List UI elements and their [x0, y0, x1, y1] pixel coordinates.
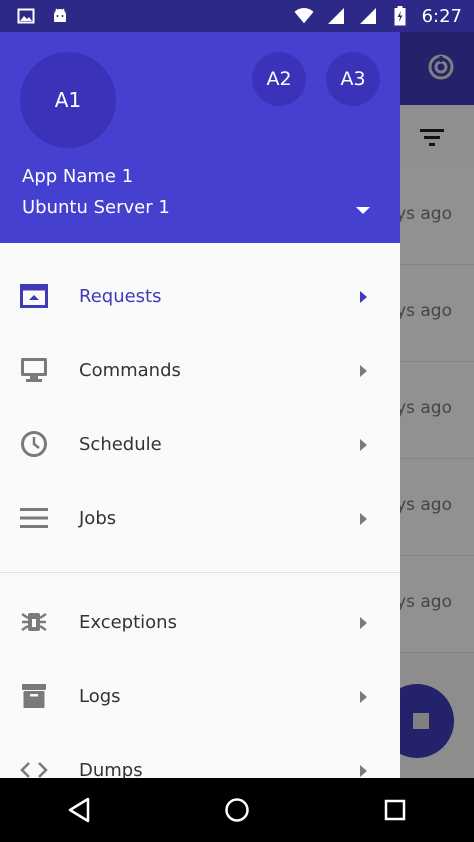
dropdown-arrow-icon[interactable] [354, 202, 372, 214]
menu-item-label: Dumps [79, 759, 143, 779]
app-name: App Name 1 [22, 166, 134, 187]
bug-icon [20, 608, 48, 636]
drawer-header: A1 A2 A3 App Name 1 Ubuntu Server 1 [0, 32, 400, 243]
wifi-icon [294, 6, 314, 26]
avatar-a1[interactable]: A1 [20, 52, 116, 148]
chevron-right-icon [358, 763, 368, 777]
avatar-a3[interactable]: A3 [326, 52, 380, 106]
menu-item-exceptions[interactable]: Exceptions [0, 585, 400, 659]
chevron-right-icon [358, 689, 368, 703]
menu-lines-icon [20, 504, 48, 532]
menu-item-dumps[interactable]: Dumps [0, 733, 400, 778]
menu-item-label: Requests [79, 285, 162, 307]
menu-item-commands[interactable]: Commands [0, 333, 400, 407]
android-icon [50, 6, 70, 26]
battery-charging-icon [390, 6, 410, 26]
home-icon[interactable] [217, 790, 257, 830]
requests-icon [20, 282, 48, 310]
menu-item-label: Logs [79, 685, 121, 707]
menu-item-label: Schedule [79, 433, 162, 455]
menu-item-logs[interactable]: Logs [0, 659, 400, 733]
image-icon [16, 6, 36, 26]
drawer-menu: Requests Commands Schedule Jobs Exceptio… [0, 243, 400, 778]
server-name: Ubuntu Server 1 [22, 197, 170, 218]
system-navigation-bar [0, 778, 474, 842]
chevron-right-icon [358, 437, 368, 451]
menu-item-label: Commands [79, 359, 181, 381]
chevron-right-icon [358, 363, 368, 377]
chevron-right-icon [358, 511, 368, 525]
monitor-icon [20, 356, 48, 384]
signal-icon [326, 6, 346, 26]
status-time: 6:27 [421, 5, 462, 27]
clock-icon [20, 430, 48, 458]
navigation-drawer: A1 A2 A3 App Name 1 Ubuntu Server 1 Requ… [0, 32, 400, 778]
menu-item-jobs[interactable]: Jobs [0, 481, 400, 555]
archive-icon [20, 682, 48, 710]
menu-item-requests[interactable]: Requests [0, 259, 400, 333]
menu-item-label: Exceptions [79, 611, 177, 633]
menu-item-label: Jobs [79, 507, 117, 529]
status-bar: 6:27 [0, 0, 474, 32]
chevron-right-icon [358, 289, 368, 303]
back-icon[interactable] [59, 790, 99, 830]
avatar-a2[interactable]: A2 [252, 52, 306, 106]
recents-icon[interactable] [375, 790, 415, 830]
signal-icon [358, 6, 378, 26]
menu-item-schedule[interactable]: Schedule [0, 407, 400, 481]
code-icon [20, 756, 48, 778]
chevron-right-icon [358, 615, 368, 629]
